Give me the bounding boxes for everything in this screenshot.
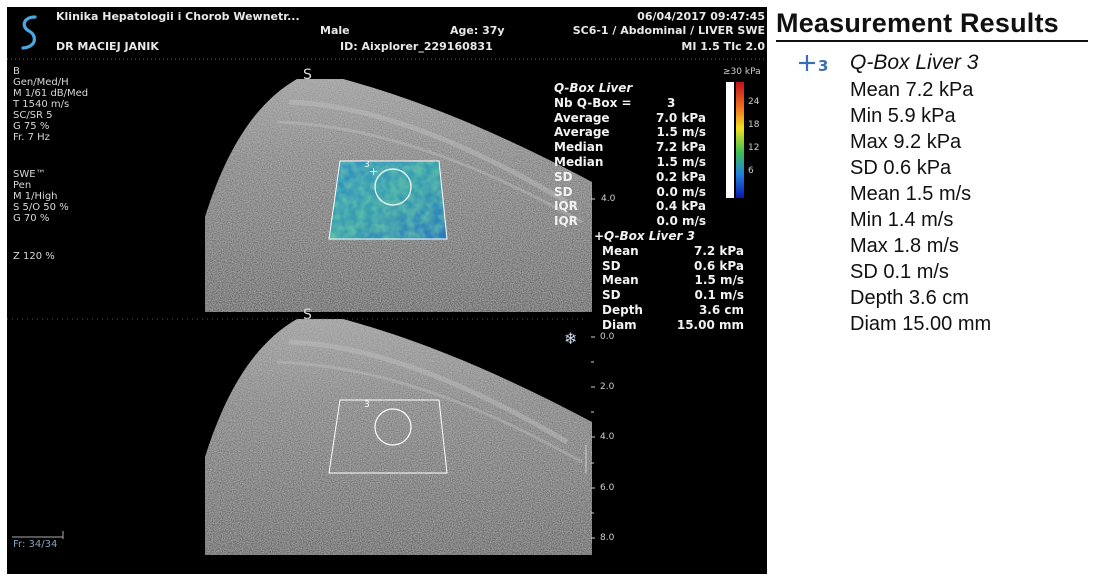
results-list: Mean 7.2 kPa Min 5.9 kPa Max 9.2 kPa SD … bbox=[850, 77, 991, 337]
result-line: Diam 15.00 mm bbox=[850, 313, 992, 335]
result-line: Min 1.4 m/s bbox=[850, 209, 954, 231]
patient-id: ID: Aixplorer_229160831 bbox=[340, 40, 493, 53]
mechanical-thermal-index: MI 1.5 TIc 2.0 bbox=[681, 40, 765, 53]
elasticity-color-scale bbox=[726, 82, 744, 198]
scale-label-18: 18 bbox=[748, 120, 760, 130]
zoom-level: Z 120 % bbox=[13, 251, 55, 262]
bmode-parameters: B Gen/Med/H M 1/61 dB/Med T 1540 m/s SC/… bbox=[13, 66, 89, 143]
swe-color-box: 3 + bbox=[328, 160, 448, 240]
frame-counter: Fr: 34/34 bbox=[13, 539, 58, 550]
qbox3-stats: +Q-Box Liver 3 Mean 7.2 kPa SD 0.6 kPa Mea… bbox=[594, 229, 744, 332]
svg-text:3: 3 bbox=[818, 57, 828, 74]
depth-tick: 8.0 bbox=[600, 533, 615, 543]
qbox-summary-stats: Q-Box Liver Nb Q-Box = 3 Average 7.0 kPa A… bbox=[554, 81, 706, 229]
result-line: Max 1.8 m/s bbox=[850, 235, 959, 257]
ultrasound-screen: 3 + S 3 S ❄ Klinika Hepatologii i Chorob… bbox=[7, 7, 767, 574]
probe-orientation-mark-bottom: S bbox=[303, 307, 312, 323]
probe-preset: SC6-1 / Abdominal / LIVER SWE bbox=[572, 24, 765, 37]
swe-parameters: SWE™ Pen M 1/High S 5/O 50 % G 70 % bbox=[13, 169, 69, 224]
svg-text:+: + bbox=[369, 165, 378, 178]
result-line: Mean 1.5 m/s bbox=[850, 183, 972, 205]
measurement-results-panel: Measurement Results 3 Q-Box Liver 3 Mean… bbox=[776, 6, 1088, 335]
result-line: SD 0.6 kPa bbox=[850, 157, 952, 179]
depth-tick: 0.0 bbox=[600, 332, 615, 342]
depth-tick: 6.0 bbox=[600, 483, 615, 493]
exam-datetime: 06/04/2017 09:47:45 bbox=[637, 10, 765, 23]
svg-text:3: 3 bbox=[364, 400, 370, 410]
scale-unit-label: ≥30 kPa bbox=[723, 67, 761, 77]
probe-orientation-mark: S bbox=[303, 67, 312, 83]
qbox-name: Q-Box Liver 3 bbox=[850, 51, 979, 74]
patient-sex: Male bbox=[320, 24, 350, 37]
scale-label-6: 6 bbox=[748, 166, 754, 176]
result-line: Depth 3.6 cm bbox=[850, 287, 969, 309]
results-title: Measurement Results bbox=[776, 6, 1088, 42]
result-line: SD 0.1 m/s bbox=[850, 261, 949, 283]
depth-tick: 4.0 bbox=[600, 432, 615, 442]
result-line: Max 9.2 kPa bbox=[850, 131, 962, 153]
plus-3-icon: 3 bbox=[799, 55, 828, 74]
patient-age: Age: 37y bbox=[450, 24, 505, 37]
result-line: Mean 7.2 kPa bbox=[850, 79, 974, 101]
supersonic-logo-icon bbox=[21, 15, 37, 50]
bottom-bmode-fan bbox=[205, 319, 592, 555]
depth-tick: 2.0 bbox=[600, 382, 615, 392]
result-line: Min 5.9 kPa bbox=[850, 105, 956, 127]
freeze-icon: ❄ bbox=[564, 329, 577, 348]
scale-label-12: 12 bbox=[748, 143, 760, 153]
scale-label-24: 24 bbox=[748, 97, 760, 107]
doctor-name: DR MACIEJ JANIK bbox=[56, 40, 159, 53]
clinic-name: Klinika Hepatologii i Chorob Wewnetr... bbox=[56, 10, 300, 23]
